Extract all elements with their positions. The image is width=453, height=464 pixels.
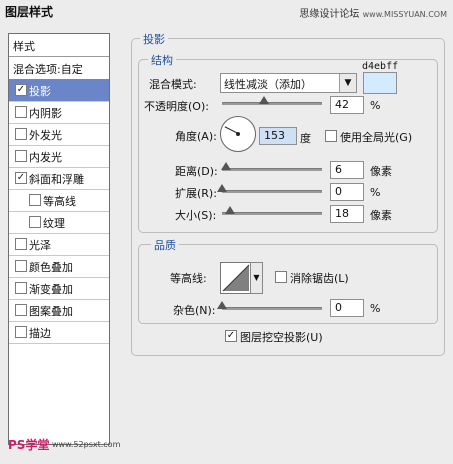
opacity-unit: % — [370, 99, 381, 112]
distance-slider-track[interactable] — [222, 168, 322, 171]
style-item-label: 内阴影 — [29, 107, 62, 120]
size-input[interactable]: 18 — [330, 205, 364, 223]
size-slider-track[interactable] — [222, 212, 322, 215]
style-item-checkbox[interactable] — [15, 172, 27, 184]
chevron-down-icon: ▼ — [339, 74, 356, 92]
distance-slider-thumb[interactable] — [221, 162, 231, 170]
style-item-label: 投影 — [29, 85, 51, 98]
style-item-checkbox[interactable] — [29, 194, 41, 206]
style-item[interactable]: 内阴影 — [9, 101, 109, 124]
chevron-down-icon: ▼ — [253, 273, 260, 282]
style-item-checkbox[interactable] — [15, 282, 27, 294]
shadow-color-swatch[interactable] — [363, 72, 397, 94]
angle-center — [236, 132, 240, 136]
style-item[interactable]: 纹理 — [9, 211, 109, 234]
window-title: 图层样式 — [5, 5, 54, 19]
quality-title: 品质 — [151, 237, 179, 253]
styles-panel: 样式 混合选项:自定投影内阴影外发光内发光斜面和浮雕等高线纹理光泽颜色叠加渐变叠… — [8, 33, 110, 445]
opacity-slider-thumb[interactable] — [259, 96, 269, 104]
angle-input[interactable]: 153 — [259, 127, 297, 145]
size-unit: 像素 — [370, 209, 392, 222]
watermark: 思缘设计论坛 www.MISSYUAN.COM — [299, 5, 447, 20]
spread-label: 扩展(R): — [175, 187, 217, 200]
section-title: 投影 — [140, 31, 168, 47]
angle-unit: 度 — [300, 132, 311, 145]
style-item[interactable]: 斜面和浮雕 — [9, 167, 109, 190]
distance-unit: 像素 — [370, 165, 392, 178]
style-item-label: 渐变叠加 — [29, 283, 73, 296]
global-light-checkbox[interactable] — [325, 130, 337, 142]
style-item-checkbox[interactable] — [15, 84, 27, 96]
antialias-checkbox[interactable] — [275, 271, 287, 283]
style-item[interactable]: 描边 — [9, 321, 109, 344]
size-label: 大小(S): — [175, 209, 217, 222]
style-item[interactable]: 混合选项:自定 — [9, 57, 109, 80]
style-item-checkbox[interactable] — [15, 150, 27, 162]
style-item-checkbox[interactable] — [15, 326, 27, 338]
footer-site: www.52psxt.com — [52, 440, 121, 449]
antialias-label: 消除锯齿(L) — [290, 272, 349, 285]
style-item-label: 混合选项:自定 — [13, 63, 83, 76]
style-item-checkbox[interactable] — [15, 238, 27, 250]
footer-logo: PS学堂 — [8, 438, 50, 452]
contour-dropdown-button[interactable]: ▼ — [250, 262, 263, 294]
size-slider-thumb[interactable] — [225, 206, 235, 214]
spread-input[interactable]: 0 — [330, 183, 364, 201]
style-item-checkbox[interactable] — [15, 304, 27, 316]
style-item-label: 图案叠加 — [29, 305, 73, 318]
style-item[interactable]: 渐变叠加 — [9, 277, 109, 300]
watermark-url: www.MISSYUAN.COM — [362, 10, 447, 19]
noise-label: 杂色(N): — [173, 304, 216, 317]
style-item-checkbox[interactable] — [15, 128, 27, 140]
contour-curve-icon — [222, 264, 250, 292]
knockout-label: 图层挖空投影(U) — [240, 331, 323, 344]
blend-mode-select[interactable]: 线性减淡（添加） ▼ — [220, 73, 357, 93]
title-bar: 图层样式 思缘设计论坛 www.MISSYUAN.COM — [0, 0, 453, 21]
angle-dial[interactable] — [220, 116, 256, 152]
style-item[interactable]: 颜色叠加 — [9, 255, 109, 278]
spread-slider-thumb[interactable] — [217, 184, 227, 192]
style-item-label: 描边 — [29, 327, 51, 340]
spread-unit: % — [370, 186, 381, 199]
style-item-label: 斜面和浮雕 — [29, 173, 84, 186]
color-hex-label: d4ebff — [362, 61, 399, 72]
opacity-input[interactable]: 42 — [330, 96, 364, 114]
style-item-checkbox[interactable] — [15, 106, 27, 118]
distance-label: 距离(D): — [175, 165, 218, 178]
noise-slider-thumb[interactable] — [217, 301, 227, 309]
style-item[interactable]: 光泽 — [9, 233, 109, 256]
style-item-label: 颜色叠加 — [29, 261, 73, 274]
style-item[interactable]: 图案叠加 — [9, 299, 109, 322]
structure-title: 结构 — [148, 52, 176, 68]
knockout-checkbox[interactable] — [225, 330, 237, 342]
style-item[interactable]: 外发光 — [9, 123, 109, 146]
noise-slider-track[interactable] — [222, 307, 322, 310]
style-item-label: 光泽 — [29, 239, 51, 252]
style-item-label: 纹理 — [43, 217, 65, 230]
style-item[interactable]: 投影 — [9, 79, 109, 102]
styles-header[interactable]: 样式 — [9, 34, 109, 57]
noise-input[interactable]: 0 — [330, 299, 364, 317]
style-item[interactable]: 内发光 — [9, 145, 109, 168]
watermark-text: 思缘设计论坛 — [299, 9, 360, 20]
style-item-checkbox[interactable] — [29, 216, 41, 228]
global-light-label: 使用全局光(G) — [340, 131, 413, 144]
opacity-label: 不透明度(O): — [144, 100, 209, 113]
style-item-checkbox[interactable] — [15, 260, 27, 272]
spread-slider-track[interactable] — [222, 190, 322, 193]
blend-mode-label: 混合模式: — [149, 78, 197, 91]
style-item-label: 等高线 — [43, 195, 76, 208]
style-item[interactable]: 等高线 — [9, 189, 109, 212]
opacity-slider-track[interactable] — [222, 102, 322, 105]
style-item-label: 外发光 — [29, 129, 62, 142]
noise-unit: % — [370, 302, 381, 315]
style-item-label: 内发光 — [29, 151, 62, 164]
distance-input[interactable]: 6 — [330, 161, 364, 179]
angle-label: 角度(A): — [175, 130, 217, 143]
contour-label: 等高线: — [170, 272, 207, 285]
